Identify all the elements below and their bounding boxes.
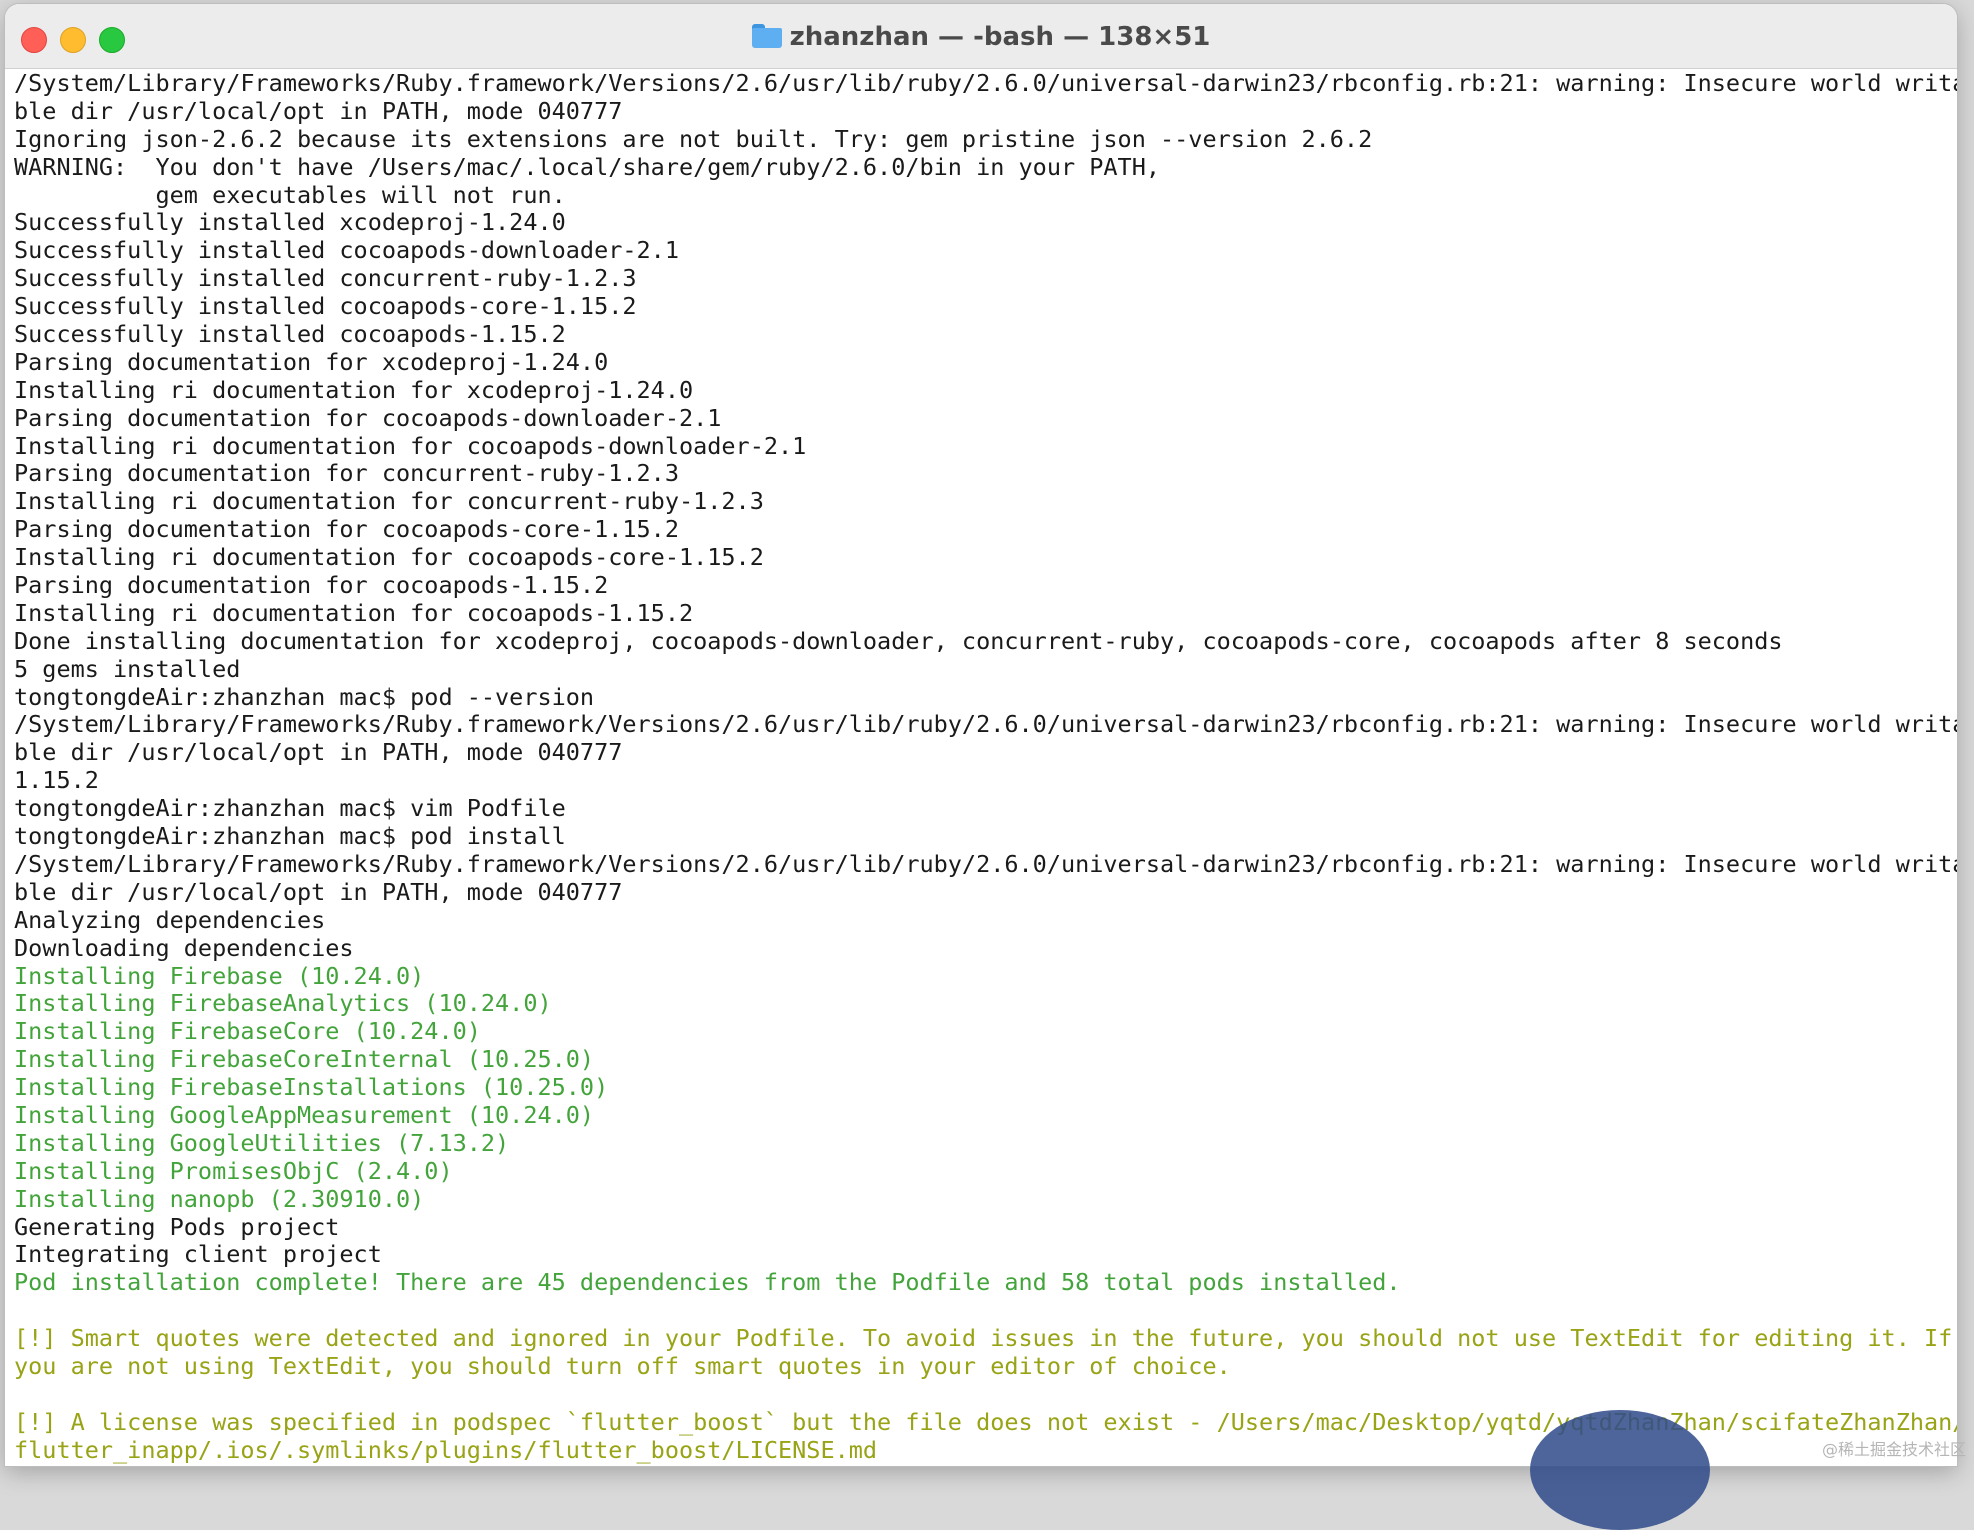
- terminal-line: Parsing documentation for cocoapods-down…: [14, 404, 722, 432]
- watermark: @稀土掘金技术社区: [1821, 1440, 1966, 1459]
- terminal-line: Installing ri documentation for cocoapod…: [14, 544, 764, 572]
- terminal-line: Parsing documentation for xcodeproj-1.24…: [14, 348, 609, 376]
- terminal-line: Pod installation complete! There are 45 …: [14, 1269, 1401, 1297]
- terminal-line: Generating Pods project: [14, 1213, 340, 1241]
- terminal-line: Successfully installed cocoapods-1.15.2: [14, 321, 566, 349]
- terminal-line: Installing GoogleAppMeasurement (10.24.0…: [14, 1101, 595, 1129]
- terminal-line: [!] Smart quotes were detected and ignor…: [14, 1325, 1953, 1353]
- terminal-line: Successfully installed cocoapods-downloa…: [14, 237, 679, 265]
- folder-icon: [751, 24, 782, 48]
- terminal-line: Ignoring json-2.6.2 because its extensio…: [14, 125, 1373, 153]
- terminal-line: gem executables will not run.: [14, 181, 566, 209]
- terminal-line: WARNING: You don't have /Users/mac/.loca…: [14, 153, 1161, 181]
- terminal-line: Analyzing dependencies: [14, 906, 326, 934]
- terminal-window: zhanzhan — -bash — 138×51 /System/Librar…: [5, 4, 1957, 1466]
- floating-overlay: [1530, 1410, 1710, 1530]
- terminal-line: Successfully installed concurrent-ruby-1…: [14, 265, 637, 293]
- terminal-line: Installing FirebaseInstallations (10.25.…: [14, 1074, 609, 1102]
- terminal-line: Installing ri documentation for cocoapod…: [14, 432, 807, 460]
- terminal-line: /System/Library/Frameworks/Ruby.framewor…: [14, 70, 1957, 97]
- terminal-line: tongtongdeAir:zhanzhan mac$ pod --versio…: [14, 683, 595, 711]
- terminal-line: Installing nanopb (2.30910.0): [14, 1185, 425, 1213]
- terminal-line: Installing ri documentation for cocoapod…: [14, 599, 694, 627]
- terminal-line: Done installing documentation for xcodep…: [14, 627, 1783, 655]
- terminal-line: Installing PromisesObjC (2.4.0): [14, 1157, 453, 1185]
- terminal-line: ble dir /usr/local/opt in PATH, mode 040…: [14, 97, 623, 125]
- window-title-text: zhanzhan — -bash — 138×51: [789, 22, 1211, 52]
- terminal-line: Downloading dependencies: [14, 934, 354, 962]
- terminal-line: 1.15.2: [14, 767, 99, 795]
- terminal-line: Parsing documentation for concurrent-rub…: [14, 460, 679, 488]
- terminal-line: /System/Library/Frameworks/Ruby.framewor…: [14, 850, 1957, 878]
- window-title: zhanzhan — -bash — 138×51: [5, 22, 1957, 52]
- terminal-line: 5 gems installed: [14, 655, 241, 683]
- terminal-line: Integrating client project: [14, 1241, 382, 1269]
- terminal-line: Parsing documentation for cocoapods-1.15…: [14, 572, 609, 600]
- terminal-line: Installing ri documentation for xcodepro…: [14, 376, 694, 404]
- terminal-output[interactable]: /System/Library/Frameworks/Ruby.framewor…: [14, 70, 1957, 1466]
- terminal-line: Installing ri documentation for concurre…: [14, 488, 764, 516]
- terminal-line: Installing Firebase (10.24.0): [14, 962, 425, 990]
- terminal-line: Parsing documentation for cocoapods-core…: [14, 516, 679, 544]
- terminal-line: Successfully installed cocoapods-core-1.…: [14, 293, 637, 321]
- terminal-line: Installing FirebaseCore (10.24.0): [14, 1018, 481, 1046]
- title-bar[interactable]: zhanzhan — -bash — 138×51: [5, 4, 1957, 69]
- terminal-line: ble dir /usr/local/opt in PATH, mode 040…: [14, 878, 623, 906]
- terminal-line: Installing FirebaseCoreInternal (10.25.0…: [14, 1046, 595, 1074]
- terminal-line: Installing FirebaseAnalytics (10.24.0): [14, 990, 552, 1018]
- terminal-line: Installing GoogleUtilities (7.13.2): [14, 1129, 510, 1157]
- terminal-line: Successfully installed xcodeproj-1.24.0: [14, 209, 566, 237]
- terminal-line: tongtongdeAir:zhanzhan mac$ vim Podfile: [14, 795, 566, 823]
- terminal-line: /System/Library/Frameworks/Ruby.framewor…: [14, 711, 1957, 739]
- terminal-line: ble dir /usr/local/opt in PATH, mode 040…: [14, 739, 623, 767]
- terminal-line: tongtongdeAir:zhanzhan mac$ pod install: [14, 823, 566, 851]
- terminal-line: you are not using TextEdit, you should t…: [14, 1352, 1231, 1380]
